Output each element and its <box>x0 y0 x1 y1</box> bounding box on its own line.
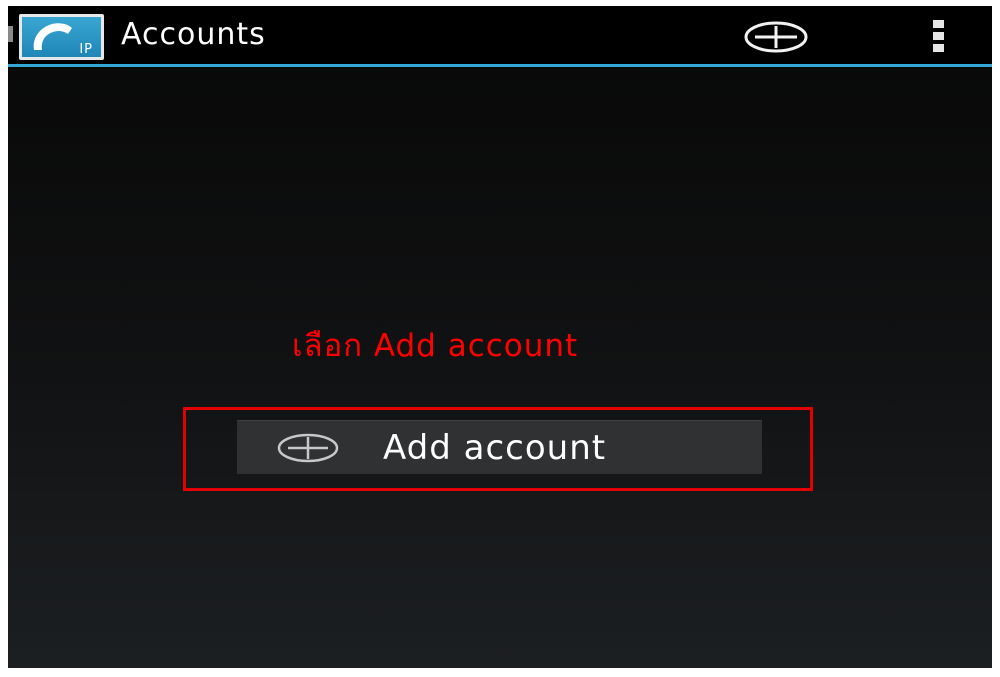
instruction-annotation: เลือก Add account <box>292 328 579 364</box>
add-circle-icon <box>277 433 339 463</box>
overflow-menu-icon-dot <box>933 44 944 52</box>
add-account-button[interactable]: Add account <box>237 420 762 474</box>
add-account-button-label: Add account <box>383 428 607 468</box>
ip-phone-app-icon[interactable]: IP <box>19 14 104 60</box>
add-account-action-button[interactable] <box>741 17 811 57</box>
action-bar: IP Accounts <box>8 6 992 64</box>
up-caret-icon[interactable] <box>8 26 13 42</box>
overflow-menu-button[interactable] <box>921 17 961 57</box>
action-bar-divider <box>8 64 992 67</box>
overflow-menu-icon <box>933 20 944 28</box>
add-circle-icon <box>744 21 808 53</box>
phone-handset-icon <box>33 23 72 50</box>
overflow-menu-icon-dot <box>933 32 944 40</box>
page-title: Accounts <box>121 17 266 52</box>
app-screen: IP Accounts เลือก Add account Add accoun… <box>8 6 992 668</box>
app-icon-badge: IP <box>79 42 93 57</box>
